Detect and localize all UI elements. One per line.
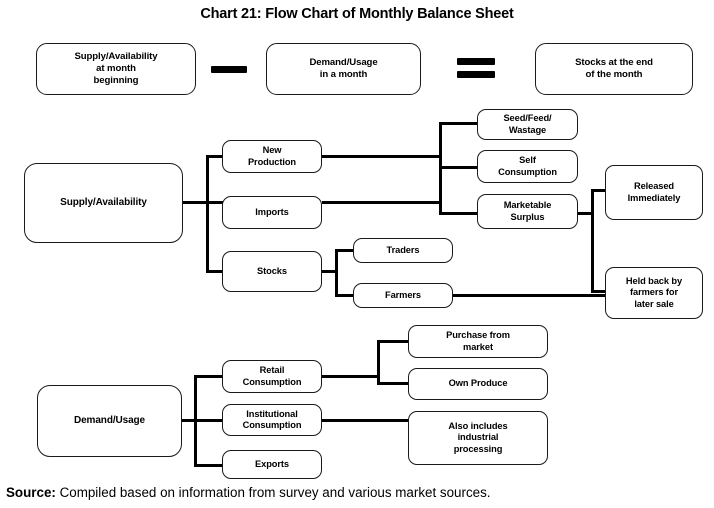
- node-own-produce-label: Own Produce: [448, 378, 508, 389]
- node-self-consumption: Self Consumption: [477, 150, 578, 183]
- node-marketable-surplus-label: Marketable Surplus: [503, 200, 552, 222]
- node-own-produce: Own Produce: [408, 368, 548, 400]
- node-demand-usage-label: Demand/Usage: [73, 415, 146, 427]
- equation-box-supply: Supply/Availability at month beginning: [36, 43, 196, 95]
- connector-stocks-to-farmers: [335, 294, 355, 297]
- connector-imports-out: [322, 201, 442, 204]
- node-released-immediately-label: Released Immediately: [627, 181, 681, 203]
- node-supply-availability-label: Supply/Availability: [60, 197, 147, 209]
- node-also-includes-industrial-processing-label: Also includes industrial processing: [448, 420, 508, 454]
- connector-supply-bus: [206, 156, 209, 273]
- connector-institutional-out: [322, 419, 410, 422]
- node-demand-usage: Demand/Usage: [37, 385, 182, 457]
- connector-demand-to-institutional: [194, 419, 224, 422]
- node-self-consumption-label: Self Consumption: [498, 155, 557, 177]
- node-new-production: New Production: [222, 140, 322, 173]
- connector-demand-to-exports: [194, 464, 224, 467]
- node-retail-consumption: Retail Consumption: [222, 360, 322, 393]
- node-stocks: Stocks: [222, 251, 322, 292]
- equation-box-supply-label: Supply/Availability at month beginning: [74, 51, 158, 86]
- node-institutional-consumption-label: Institutional Consumption: [242, 408, 302, 431]
- node-farmers-label: Farmers: [385, 289, 421, 300]
- connector-retail-bus: [377, 340, 380, 385]
- node-imports-label: Imports: [255, 206, 289, 217]
- page-title: Chart 21: Flow Chart of Monthly Balance …: [200, 6, 514, 22]
- node-marketable-surplus: Marketable Surplus: [477, 194, 578, 229]
- node-purchase-from-market-label: Purchase from market: [446, 330, 510, 352]
- equation-box-demand-label: Demand/Usage in a month: [309, 57, 378, 80]
- source-text: Compiled based on information from surve…: [55, 485, 491, 500]
- equation-box-stocks-label: Stocks at the end of the month: [575, 57, 653, 80]
- node-purchase-from-market: Purchase from market: [408, 325, 548, 358]
- equals-sign-icon: [457, 56, 495, 82]
- connector-retail-out: [322, 375, 380, 378]
- connector-bus-to-marketable-surplus: [439, 212, 479, 215]
- node-stocks-label: Stocks: [257, 265, 287, 276]
- equation-box-demand: Demand/Usage in a month: [266, 43, 421, 95]
- node-also-includes-industrial-processing: Also includes industrial processing: [408, 411, 548, 465]
- connector-bus-to-self-consumption: [439, 166, 479, 169]
- minus-sign-icon: [211, 62, 247, 76]
- equation-box-stocks: Stocks at the end of the month: [535, 43, 693, 95]
- connector-new-production-out: [322, 155, 442, 158]
- flow-chart-canvas: Chart 21: Flow Chart of Monthly Balance …: [0, 0, 714, 508]
- node-farmers: Farmers: [353, 283, 453, 308]
- node-traders-label: Traders: [386, 244, 420, 255]
- node-institutional-consumption: Institutional Consumption: [222, 404, 322, 436]
- node-released-immediately: Released Immediately: [605, 165, 703, 220]
- source-note: Source: Compiled based on information fr…: [6, 485, 491, 500]
- node-traders: Traders: [353, 238, 453, 263]
- connector-farmers-to-held-back: [453, 294, 607, 297]
- node-retail-consumption-label: Retail Consumption: [242, 365, 302, 387]
- node-exports-label: Exports: [255, 458, 289, 469]
- node-seed-feed-wastage-label: Seed/Feed/Wastage: [503, 113, 552, 135]
- connector-demand-to-retail: [194, 375, 224, 378]
- node-held-back-by-farmers-label: Held back by farmers for later sale: [625, 275, 683, 309]
- connector-stocks-bus: [335, 249, 338, 297]
- node-supply-availability: Supply/Availability: [24, 163, 183, 243]
- connector-stocks-to-traders: [335, 249, 355, 252]
- node-seed-feed-wastage: Seed/Feed/Wastage: [477, 109, 578, 140]
- connector-bus-to-purchase-from-market: [377, 340, 410, 343]
- connector-bus-to-own-produce: [377, 382, 410, 385]
- connector-bus-to-seed-feed: [439, 122, 479, 125]
- source-label: Source:: [6, 485, 56, 500]
- node-new-production-label: New Production: [247, 145, 297, 167]
- node-imports: Imports: [222, 196, 322, 229]
- node-exports: Exports: [222, 450, 322, 479]
- connector-surplus-bus: [591, 189, 594, 293]
- node-held-back-by-farmers: Held back by farmers for later sale: [605, 267, 703, 319]
